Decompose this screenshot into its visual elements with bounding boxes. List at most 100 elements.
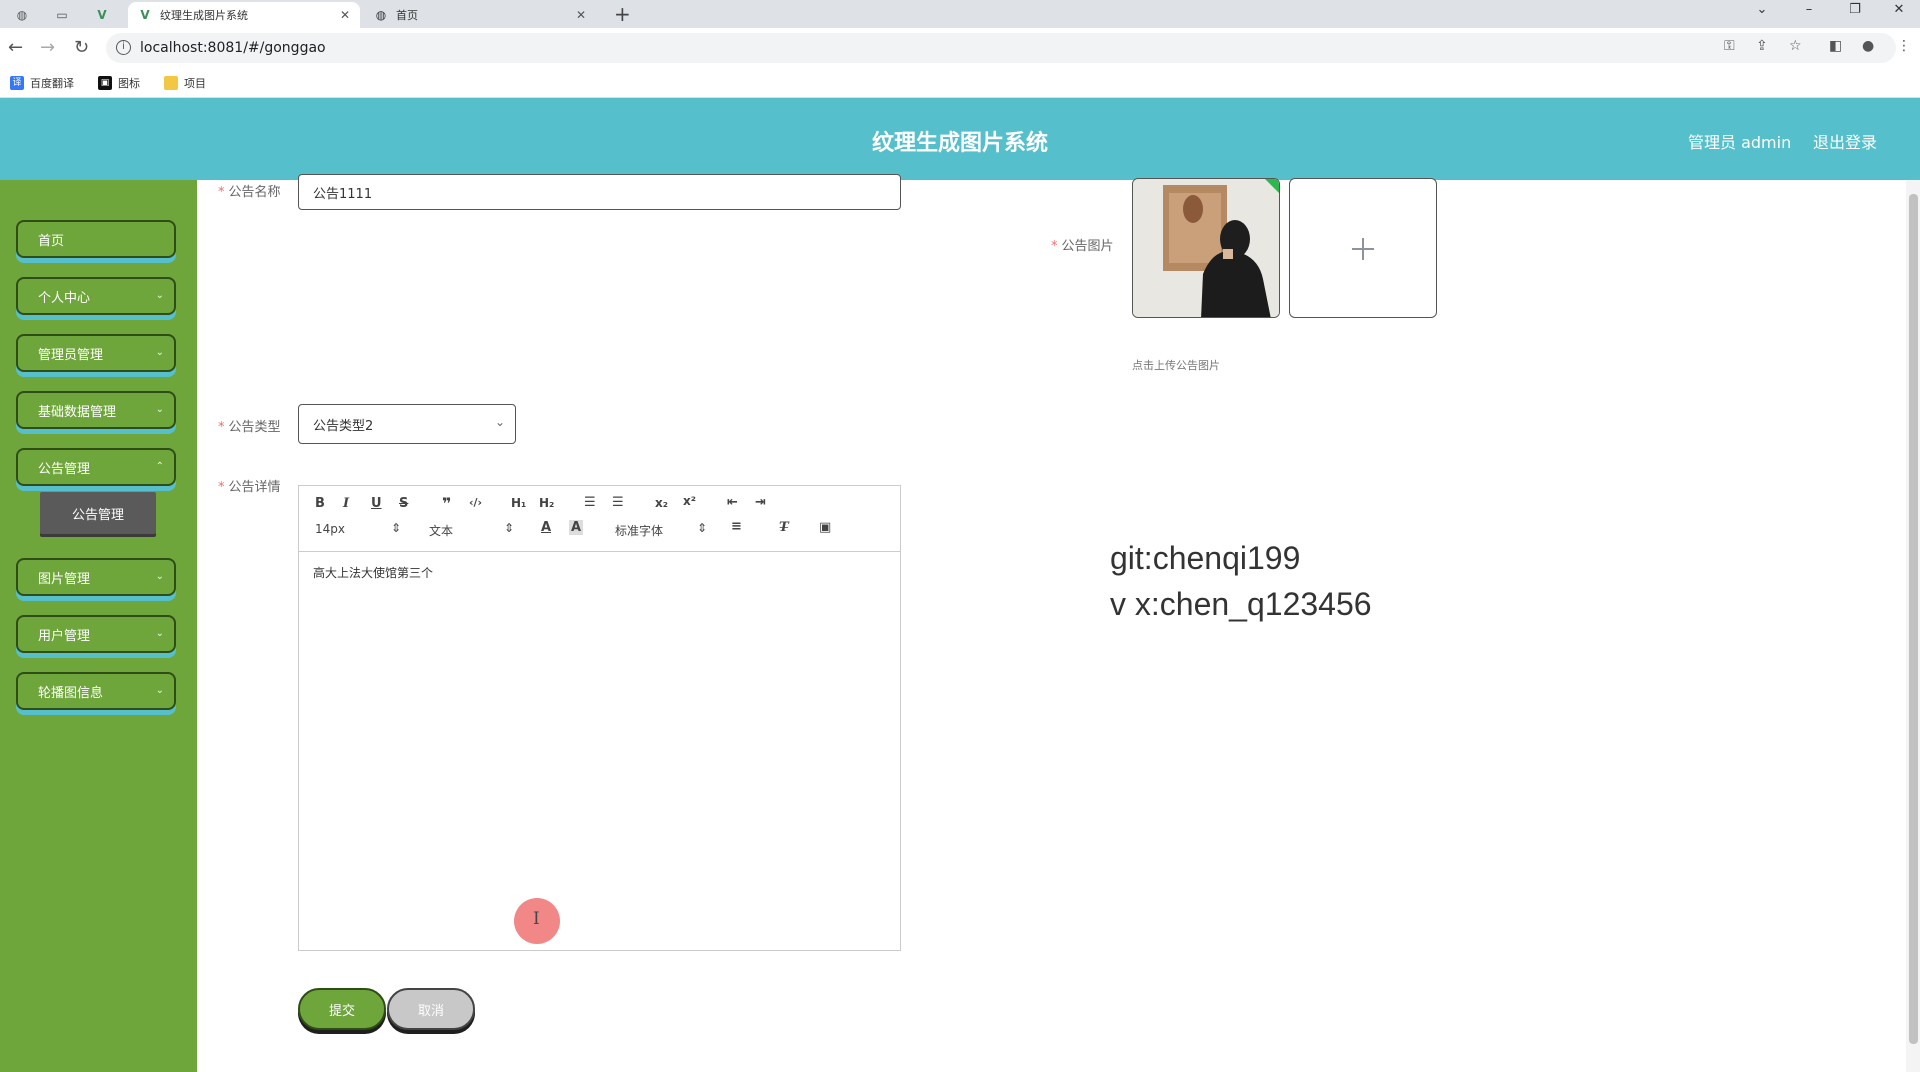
editor-content[interactable]: 高大上法大使馆第三个 [313, 564, 433, 581]
photo-image [1133, 179, 1279, 317]
updown-icon: ⇕ [391, 521, 402, 535]
globe-icon: ◍ [375, 8, 387, 22]
globe-icon[interactable]: ◍ [10, 4, 34, 26]
strikethrough-icon[interactable]: S [399, 496, 408, 511]
reload-icon[interactable]: ↻ [74, 38, 89, 58]
key-icon[interactable]: ⚿ [1724, 38, 1735, 54]
heading2-icon[interactable]: H₂ [539, 496, 554, 510]
new-tab-button[interactable]: + [614, 3, 631, 25]
tab-title: 纹理生成图片系统 [160, 9, 248, 22]
forward-icon[interactable]: → [40, 38, 55, 58]
text-color-icon[interactable]: A [541, 520, 551, 535]
submit-button[interactable]: 提交 [298, 988, 386, 1030]
upload-image-button[interactable] [1289, 178, 1437, 318]
superscript-icon[interactable]: x² [683, 494, 696, 508]
plus-icon-vertical [1362, 238, 1364, 260]
clear-format-icon[interactable]: T̶ [779, 520, 789, 535]
image-icon[interactable]: ▣ [819, 520, 831, 535]
bookmark-icons[interactable]: ▣ 图标 [98, 75, 140, 91]
announcement-type-select[interactable]: 公告类型2 ⌄ [298, 404, 516, 444]
underline-icon[interactable]: U [371, 496, 382, 511]
back-icon[interactable]: ← [8, 38, 23, 58]
sidebar-item-users[interactable]: 用户管理 ⌄ [16, 615, 176, 653]
block-format-select[interactable]: 文本 [429, 522, 453, 539]
heading1-icon[interactable]: H₁ [511, 496, 526, 510]
star-icon[interactable]: ☆ [1789, 38, 1802, 54]
address-bar[interactable]: i localhost:8081/#/gonggao [106, 33, 1896, 63]
announcement-name-input[interactable]: 公告1111 [298, 174, 901, 210]
label-text: 公告详情 [228, 480, 281, 495]
name-label: * 公告名称 [218, 181, 281, 200]
app-title: 纹理生成图片系统 [871, 131, 1048, 156]
close-window-icon[interactable]: ✕ [1887, 2, 1911, 17]
sidepanel-icon[interactable]: ◧ [1829, 38, 1842, 54]
required-mark: * [218, 480, 225, 495]
url-text[interactable]: localhost:8081/#/gonggao [140, 40, 326, 56]
uploaded-image-thumbnail[interactable] [1132, 178, 1280, 318]
updown-icon: ⇕ [504, 521, 515, 535]
tab-active[interactable]: V 纹理生成图片系统 ✕ [128, 2, 360, 28]
sidebar-item-label: 轮播图信息 [38, 685, 104, 701]
subscript-icon[interactable]: x₂ [655, 496, 668, 510]
bold-icon[interactable]: B [315, 496, 325, 511]
background-color-icon[interactable]: A [569, 520, 584, 535]
bullet-list-icon[interactable]: ☰ [612, 495, 624, 510]
cancel-button[interactable]: 取消 [387, 988, 475, 1030]
minimize-icon[interactable]: – [1797, 2, 1821, 17]
italic-icon[interactable]: I [343, 496, 349, 511]
font-size-select[interactable]: 14px [315, 522, 345, 536]
sidebar-item-label: 用户管理 [38, 628, 91, 644]
detail-label: * 公告详情 [218, 476, 281, 495]
logout-link[interactable]: 退出登录 [1813, 129, 1877, 153]
sidebar-item-label: 首页 [38, 233, 65, 249]
submenu-item-announcements[interactable]: 公告管理 [40, 492, 156, 534]
tab-search-icon[interactable]: ⌄ [1750, 2, 1774, 17]
profile-icon[interactable]: ● [1862, 38, 1874, 54]
translate-icon: 译 [10, 76, 24, 90]
restore-icon[interactable]: ❐ [1843, 2, 1867, 17]
watermark-line: v x:chen_q123456 [1110, 586, 1372, 622]
image-label: * 公告图片 [1051, 235, 1114, 254]
bookmark-projects[interactable]: 项目 [164, 75, 206, 91]
menu-icon[interactable]: ⋮ [1897, 38, 1911, 54]
bookmarks-bar: 译 百度翻译 ▣ 图标 项目 [0, 68, 1920, 98]
blockquote-icon[interactable]: ❞ [442, 494, 451, 513]
code-icon[interactable]: ‹/› [469, 496, 482, 509]
info-icon[interactable]: i [116, 40, 131, 55]
align-icon[interactable]: ≡ [731, 519, 742, 534]
tab-title: 首页 [396, 9, 418, 22]
text-cursor-icon: I [533, 909, 540, 929]
blank-tab-icon[interactable]: ▭ [50, 4, 74, 26]
sidebar-item-label: 个人中心 [38, 290, 91, 306]
sidebar-item-profile[interactable]: 个人中心 ⌄ [16, 277, 176, 315]
chevron-down-icon: ⌄ [155, 685, 164, 696]
bookmark-label: 百度翻译 [30, 77, 74, 90]
input-value: 公告1111 [313, 186, 373, 202]
label-text: 公告图片 [1061, 239, 1114, 254]
sidebar-item-images[interactable]: 图片管理 ⌄ [16, 558, 176, 596]
tab-home[interactable]: ◍ 首页 ✕ [364, 2, 596, 28]
sidebar-item-base-data[interactable]: 基础数据管理 ⌄ [16, 391, 176, 429]
editor-toolbar: B I U S ❞ ‹/› H₁ H₂ ☰ ☰ x₂ x² ⇤ ⇥ 14px ⇕… [299, 486, 900, 552]
chevron-down-icon: ⌄ [155, 347, 164, 358]
close-icon[interactable]: ✕ [576, 8, 586, 22]
outdent-icon[interactable]: ⇤ [727, 495, 738, 510]
chevron-down-icon: ⌄ [155, 404, 164, 415]
scrollbar-thumb[interactable] [1909, 194, 1918, 1044]
close-icon[interactable]: ✕ [340, 8, 350, 22]
indent-icon[interactable]: ⇥ [755, 495, 766, 510]
sidebar-item-home[interactable]: 首页 [16, 220, 176, 258]
browser-toolbar: ← → ↻ i localhost:8081/#/gonggao ⚿ ⇪ ☆ ◧… [0, 28, 1920, 68]
vue-icon[interactable]: V [90, 4, 114, 26]
bookmark-translate[interactable]: 译 百度翻译 [10, 75, 74, 91]
sidebar-item-admins[interactable]: 管理员管理 ⌄ [16, 334, 176, 372]
select-value: 公告类型2 [313, 418, 374, 434]
ordered-list-icon[interactable]: ☰ [584, 495, 596, 510]
type-label: * 公告类型 [218, 416, 281, 435]
sidebar-item-announcements[interactable]: 公告管理 ⌃ [16, 448, 176, 486]
chevron-down-icon: ⌄ [155, 628, 164, 639]
chevron-down-icon: ⌄ [155, 571, 164, 582]
font-family-select[interactable]: 标准字体 [615, 522, 663, 539]
share-icon[interactable]: ⇪ [1756, 38, 1768, 54]
sidebar-item-carousel[interactable]: 轮播图信息 ⌄ [16, 672, 176, 710]
